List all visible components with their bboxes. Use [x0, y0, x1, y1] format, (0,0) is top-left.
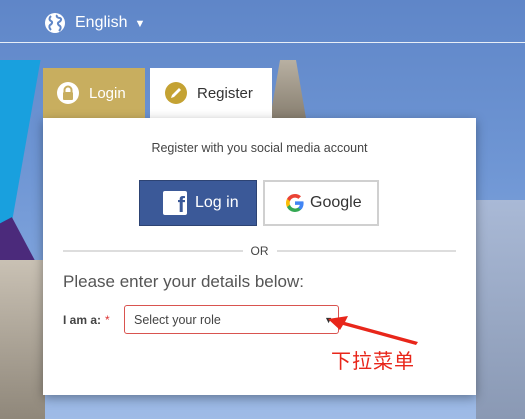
- globe-icon: [45, 13, 65, 33]
- or-label: OR: [250, 244, 269, 258]
- role-select-value: Select your role: [134, 312, 221, 327]
- google-login-label: Google: [310, 194, 362, 211]
- tab-login[interactable]: Login: [43, 68, 145, 118]
- lock-icon: [57, 82, 79, 104]
- role-label-text: I am a:: [63, 313, 102, 327]
- facebook-login-button[interactable]: f Log in: [139, 180, 257, 226]
- facebook-icon: f: [163, 191, 187, 216]
- details-title: Please enter your details below:: [63, 272, 304, 291]
- google-icon: [286, 194, 304, 212]
- facebook-login-label: Log in: [195, 194, 239, 211]
- language-selector[interactable]: English ▼: [44, 12, 145, 34]
- google-login-button[interactable]: Google: [263, 180, 379, 226]
- role-select[interactable]: Select your role ▼: [124, 305, 339, 334]
- tab-register-label: Register: [197, 84, 253, 102]
- divider-line-left: [63, 250, 243, 252]
- required-mark: *: [105, 313, 110, 327]
- caret-down-icon: ▼: [134, 17, 146, 30]
- top-bar: English ▼: [0, 0, 525, 43]
- annotation-arrow: [328, 316, 418, 345]
- background-building-right: [476, 200, 525, 419]
- pencil-icon: [165, 82, 187, 104]
- background-building-left: [0, 260, 45, 419]
- social-title: Register with you social media account: [151, 141, 368, 155]
- tab-login-label: Login: [89, 84, 126, 102]
- divider-line-right: [276, 250, 456, 252]
- role-label: I am a: *: [63, 313, 110, 327]
- tab-register[interactable]: Register: [150, 68, 272, 118]
- language-label: English: [75, 14, 128, 31]
- annotation-text: 下拉菜单: [331, 351, 415, 373]
- or-divider: OR: [63, 243, 456, 259]
